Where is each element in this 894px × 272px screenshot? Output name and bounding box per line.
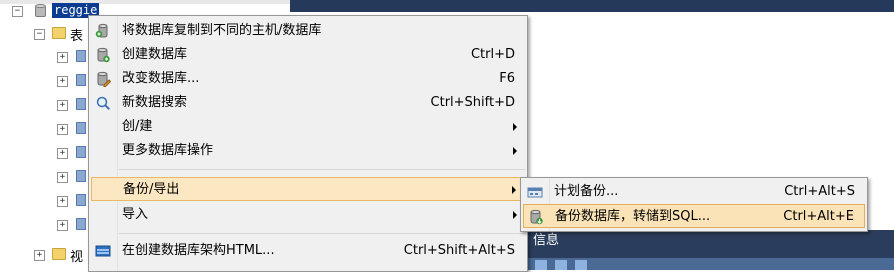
menu-item-import[interactable]: 导入 (91, 203, 525, 227)
menu-item-shortcut: F6 (499, 71, 515, 86)
menu-item-label: 计划备份... (554, 184, 619, 199)
table-icon (76, 50, 86, 62)
toolbar-icon[interactable] (575, 260, 587, 270)
expand-table-toggle[interactable]: + (57, 148, 68, 159)
menu-item-label: 将数据库复制到不同的主机/数据库 (122, 23, 322, 38)
submenu-arrow-icon (512, 186, 516, 194)
menu-item-more-database-ops[interactable]: 更多数据库操作 (91, 139, 525, 163)
menu-separator (119, 169, 525, 170)
toolbar-icon[interactable] (555, 260, 567, 270)
expand-table-toggle[interactable]: + (57, 196, 68, 207)
table-icon (76, 146, 86, 158)
menu-item-copy-database[interactable]: 将数据库复制到不同的主机/数据库 (91, 19, 525, 43)
backup-db-icon (528, 209, 544, 225)
expand-table-toggle[interactable]: + (57, 220, 68, 231)
submenu-arrow-icon (513, 211, 517, 219)
menu-item-backup-database-dump-sql[interactable]: 备份数据库，转储到SQL... Ctrl+Alt+E (523, 204, 865, 228)
expand-table-toggle[interactable]: + (57, 172, 68, 183)
views-folder-label[interactable]: 视 (70, 246, 83, 265)
expand-table-toggle[interactable]: + (57, 100, 68, 111)
menu-item-create-database[interactable]: 创建数据库 Ctrl+D (91, 43, 525, 67)
menu-item-create-schema-html[interactable]: 在创建数据库架构HTML... Ctrl+Shift+Alt+S (91, 239, 525, 263)
menu-item-label: 更多数据库操作 (122, 143, 214, 158)
search-icon (95, 95, 111, 111)
schema-html-icon (95, 243, 111, 259)
toolbar-icon[interactable] (535, 260, 547, 270)
menu-item-shortcut: Ctrl+Shift+D (430, 95, 515, 110)
expand-table-toggle[interactable]: + (57, 124, 68, 135)
menu-item-label: 新数据搜索 (122, 95, 188, 110)
info-tab[interactable]: 信息 (527, 230, 565, 252)
backup-export-submenu: 计划备份... Ctrl+Alt+S 备份数据库，转储到SQL... Ctrl+… (520, 177, 868, 232)
info-panel-toolbar (527, 258, 894, 270)
expand-table-toggle[interactable]: + (57, 52, 68, 63)
submenu-arrow-icon (513, 147, 517, 155)
table-icon (76, 122, 86, 134)
menu-item-label: 备份/导出 (123, 182, 180, 197)
submenu-arrow-icon (513, 123, 517, 131)
menu-item-shortcut: Ctrl+D (470, 47, 515, 62)
menu-item-alter-database[interactable]: 改变数据库... F6 (91, 67, 525, 91)
menu-item-create-submenu[interactable]: 创/建 (91, 115, 525, 139)
menu-item-label: 改变数据库... (122, 71, 200, 86)
menu-item-label: 创建数据库 (122, 47, 188, 62)
table-icon (76, 218, 86, 230)
workspace-header-bar (290, 0, 894, 12)
tables-folder-label[interactable]: 表 (70, 25, 83, 44)
schedule-backup-icon (527, 184, 543, 200)
collapse-db-toggle[interactable]: − (12, 6, 23, 17)
menu-item-shortcut: Ctrl+Alt+S (784, 184, 855, 199)
menu-item-label: 导入 (122, 207, 149, 222)
menu-item-shortcut: Ctrl+Alt+E (783, 209, 854, 224)
expand-table-toggle[interactable]: + (57, 76, 68, 87)
menu-separator (119, 233, 525, 234)
table-icon (76, 170, 86, 182)
table-icon (76, 194, 86, 206)
menu-item-backup-export[interactable]: 备份/导出 (91, 177, 525, 201)
menu-item-label: 在创建数据库架构HTML... (122, 243, 275, 258)
alter-db-icon (95, 71, 112, 87)
create-db-icon (95, 47, 111, 63)
database-icon (35, 4, 46, 18)
expand-views-toggle[interactable]: + (34, 250, 45, 261)
copy-db-icon (95, 23, 111, 39)
menu-item-shortcut: Ctrl+Shift+Alt+S (403, 243, 515, 258)
menu-item-label: 创/建 (122, 119, 153, 134)
menu-item-label: 备份数据库，转储到SQL... (555, 209, 711, 224)
database-context-menu: 将数据库复制到不同的主机/数据库 创建数据库 Ctrl+D 改变数据库... F… (88, 15, 528, 272)
table-icon (76, 74, 86, 86)
collapse-tables-toggle[interactable]: − (34, 29, 45, 40)
table-icon (76, 98, 86, 110)
menu-item-new-data-search[interactable]: 新数据搜索 Ctrl+Shift+D (91, 91, 525, 115)
menu-item-schedule-backup[interactable]: 计划备份... Ctrl+Alt+S (523, 180, 865, 204)
folder-icon (52, 248, 66, 260)
folder-icon (52, 27, 66, 39)
